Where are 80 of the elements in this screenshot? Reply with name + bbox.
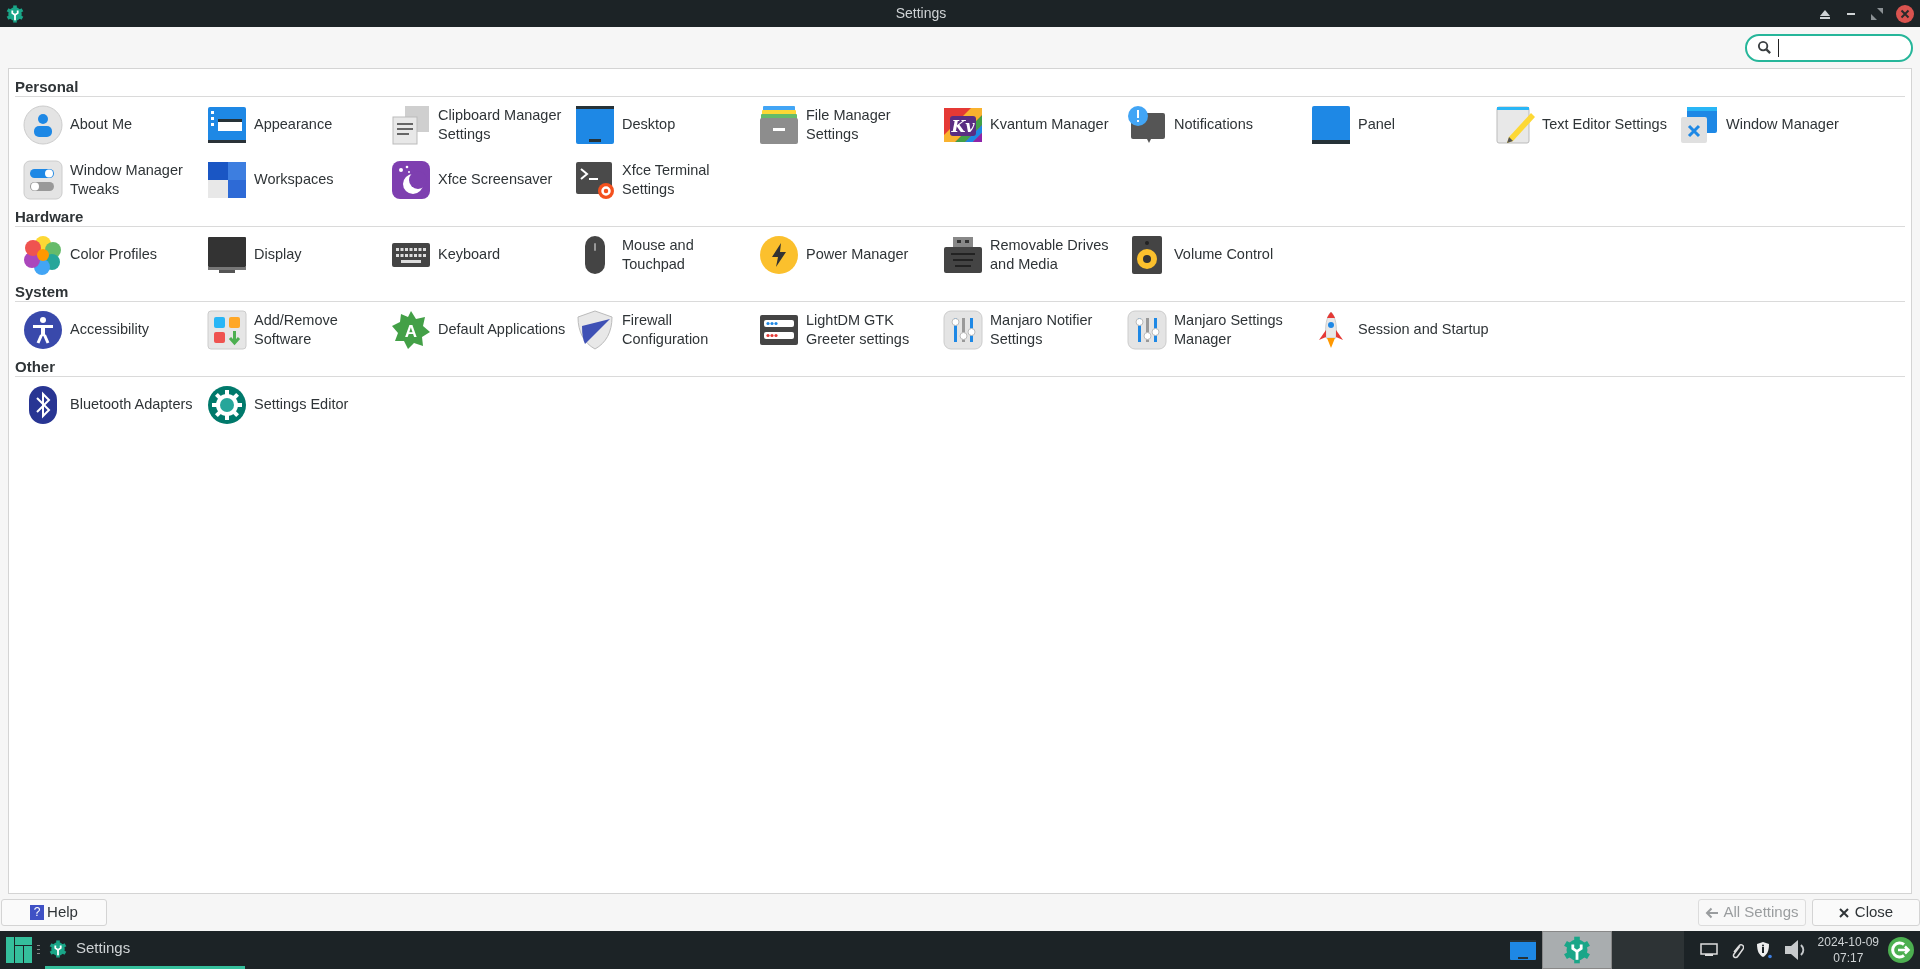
settings-item[interactable]: Bluetooth Adapters: [19, 377, 203, 432]
pencil-paper-icon: [1495, 104, 1535, 145]
settings-item[interactable]: Color Profiles: [19, 227, 203, 282]
left-arrow-icon: [1705, 905, 1720, 920]
window-title: Settings: [895, 4, 947, 23]
maximize-icon[interactable]: [1870, 6, 1884, 21]
sliders-icon: [943, 309, 983, 350]
monitor-icon: [207, 234, 247, 275]
shield-icon: [575, 309, 615, 350]
window-icon: [207, 104, 247, 145]
settings-item[interactable]: Volume Control: [1123, 227, 1307, 282]
settings-item[interactable]: LightDM GTK Greeter settings: [755, 302, 939, 357]
settings-item[interactable]: Xfce Terminal Settings: [571, 152, 755, 207]
sliders-icon: [1127, 309, 1167, 350]
shield-info-icon[interactable]: [1755, 941, 1772, 959]
help-icon: ?: [30, 905, 45, 920]
documents-icon: [391, 104, 431, 145]
panel-icon: [1311, 104, 1351, 145]
toggle-switches-icon: [23, 159, 63, 200]
moon-icon: [391, 159, 431, 200]
close-icon: [1838, 907, 1849, 918]
close-button[interactable]: Close: [1812, 899, 1920, 926]
settings-item[interactable]: About Me: [19, 97, 203, 152]
settings-item[interactable]: Session and Startup: [1307, 302, 1491, 357]
taskbar-task[interactable]: Settings: [45, 931, 245, 969]
section-heading: System: [15, 283, 69, 300]
search-icon: [1757, 40, 1772, 55]
settings-item[interactable]: Add/Remove Software: [203, 302, 387, 357]
lightning-bolt-icon: [759, 234, 799, 275]
time: 07:17: [1833, 950, 1864, 966]
settings-item[interactable]: Panel: [1307, 97, 1491, 152]
app-icon: [49, 939, 67, 958]
settings-item[interactable]: Window Manager: [1675, 97, 1859, 152]
workspaces-icon: [207, 159, 247, 200]
settings-item[interactable]: Power Manager: [755, 227, 939, 282]
desktop-icon[interactable]: [1509, 938, 1536, 962]
section-heading: Other: [15, 358, 55, 375]
color-petals-icon: [23, 234, 63, 275]
settings-item[interactable]: Firewall Configuration: [571, 302, 755, 357]
badge-icon: A: [391, 309, 431, 350]
settings-item[interactable]: A Default Applications: [387, 302, 571, 357]
accessibility-icon: [23, 309, 63, 350]
logo-icon[interactable]: [6, 937, 32, 963]
section-heading: Hardware: [15, 208, 84, 225]
app-icon: [1562, 936, 1591, 964]
screen-icon: [575, 104, 615, 145]
settings-item[interactable]: Display: [203, 227, 387, 282]
date: 2024-10-09: [1817, 934, 1879, 950]
settings-item[interactable]: Keyboard: [387, 227, 571, 282]
logout-icon[interactable]: [1888, 937, 1914, 963]
settings-item[interactable]: Appearance: [203, 97, 387, 152]
settings-item[interactable]: Desktop: [571, 97, 755, 152]
settings-item[interactable]: Clipboard Manager Settings: [387, 97, 571, 152]
settings-item[interactable]: Accessibility: [19, 302, 203, 357]
app-icon: [6, 4, 24, 23]
settings-item[interactable]: Workspaces: [203, 152, 387, 207]
windows-icon: [1679, 104, 1719, 145]
network-icon[interactable]: [1699, 943, 1718, 957]
settings-item[interactable]: Mouse and Touchpad: [571, 227, 755, 282]
terminal-icon: [575, 159, 615, 200]
settings-item[interactable]: File Manager Settings: [755, 97, 939, 152]
section-heading: Personal: [15, 78, 79, 95]
close-icon[interactable]: [1896, 4, 1914, 23]
help-button[interactable]: ? Help: [1, 899, 107, 926]
settings-item[interactable]: Xfce Screensaver: [387, 152, 571, 207]
search-field[interactable]: [1745, 33, 1913, 62]
settings-item[interactable]: Kv Kvantum Manager: [939, 97, 1123, 152]
settings-item[interactable]: Manjaro Settings Manager: [1123, 302, 1307, 357]
speech-bubble-icon: [1127, 104, 1167, 145]
app-tiles-icon: [207, 309, 247, 350]
settings-item[interactable]: Text Editor Settings: [1491, 97, 1675, 152]
drawer-icon: [759, 104, 799, 145]
gear-icon: [207, 384, 247, 425]
usb-drive-icon: [943, 234, 983, 275]
settings-item[interactable]: Settings Editor: [203, 377, 387, 432]
settings-item[interactable]: Notifications: [1123, 97, 1307, 152]
settings-item[interactable]: Removable Drives and Media: [939, 227, 1123, 282]
settings-item[interactable]: Window Manager Tweaks: [19, 152, 203, 207]
settings-item[interactable]: Manjaro Notifier Settings: [939, 302, 1123, 357]
person-icon: [23, 104, 63, 145]
